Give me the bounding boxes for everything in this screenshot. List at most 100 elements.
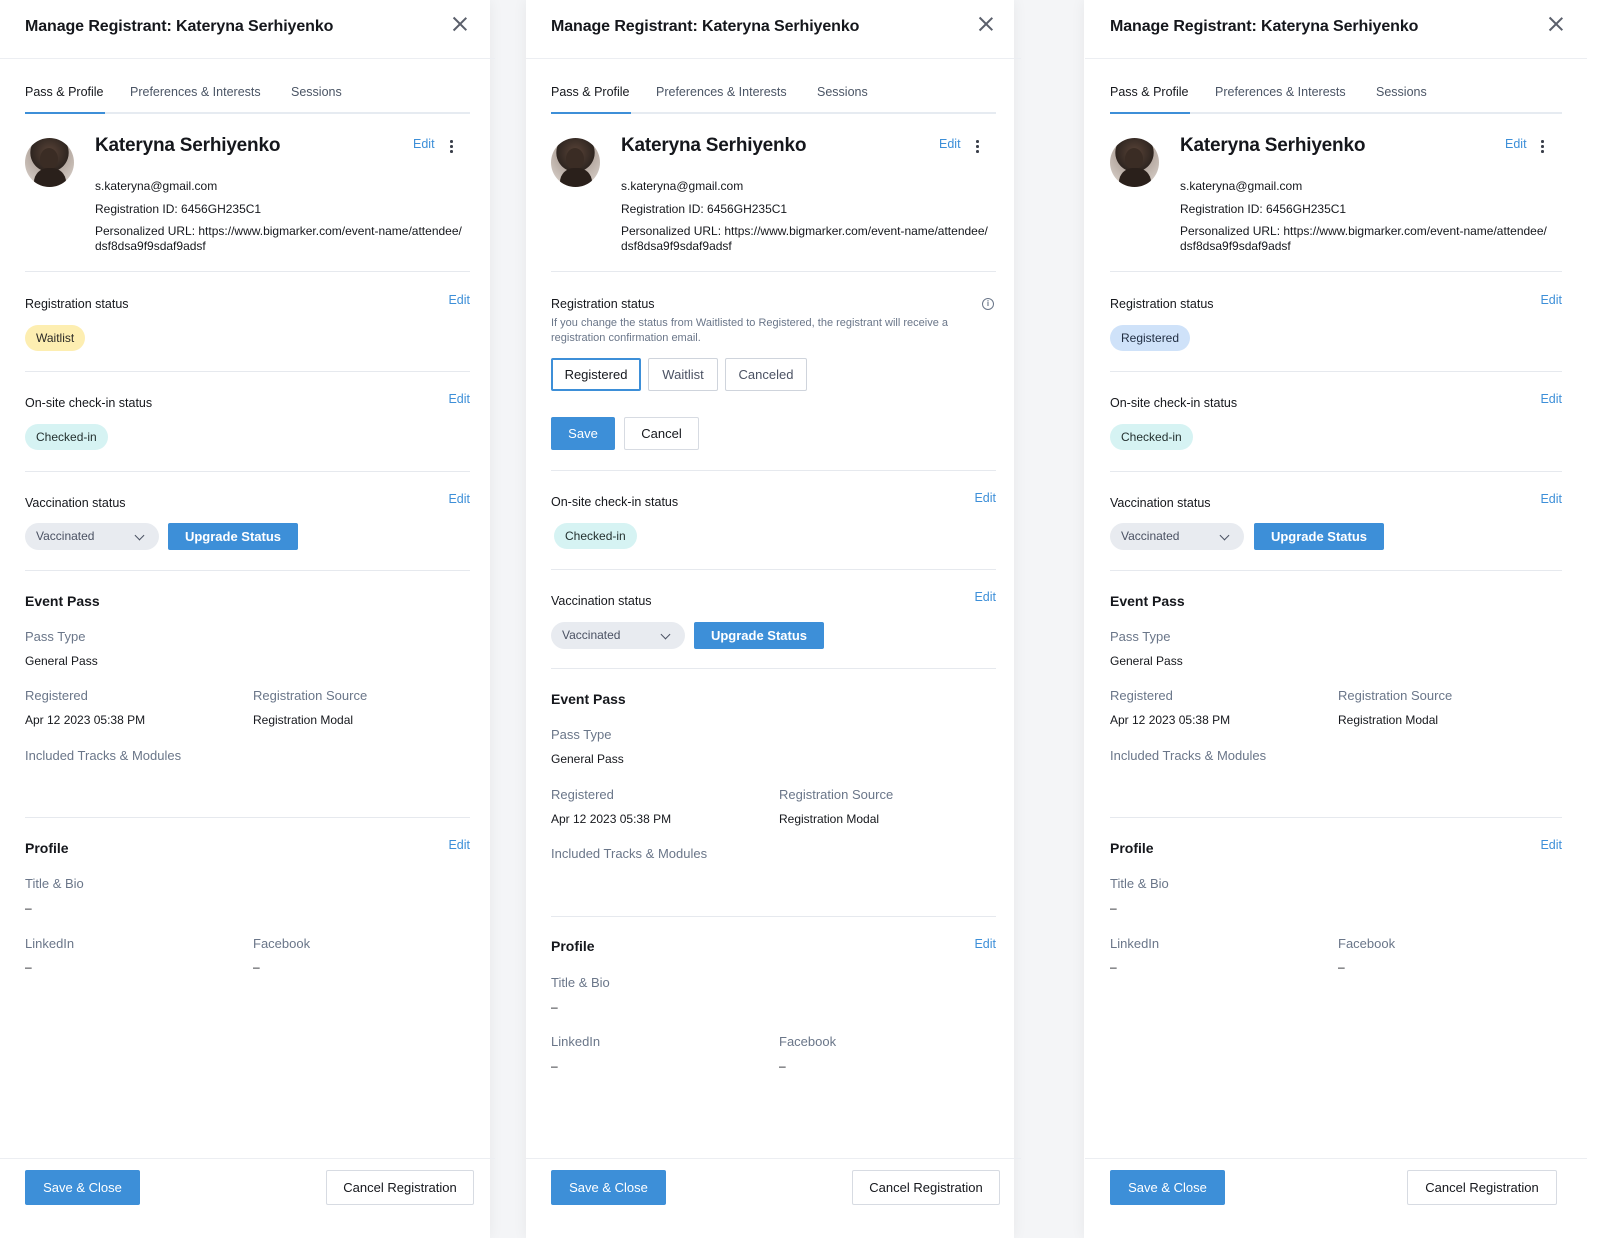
cancel-registration-button[interactable]: Cancel Registration <box>852 1170 1000 1205</box>
status-option-waitlist[interactable]: Waitlist <box>648 358 718 391</box>
tab-pass-profile[interactable]: Pass & Profile <box>1110 85 1189 99</box>
tab-preferences-interests[interactable]: Preferences & Interests <box>130 85 261 99</box>
pass-type-label: Pass Type <box>1110 629 1171 644</box>
included-tracks-label: Included Tracks & Modules <box>25 748 182 763</box>
checkin-status-label: On-site check-in status <box>1110 396 1238 410</box>
registrant-name: Kateryna Serhiyenko <box>95 135 281 156</box>
checkin-badge: Checked-in <box>554 523 637 549</box>
registrant-name: Kateryna Serhiyenko <box>621 135 807 156</box>
tab-preferences-interests[interactable]: Preferences & Interests <box>656 85 787 99</box>
cancel-status-button[interactable]: Cancel <box>624 417 699 450</box>
divider <box>551 916 996 917</box>
title-bio-label: Title & Bio <box>551 975 610 990</box>
facebook-label: Facebook <box>1338 936 1396 951</box>
chevron-down-icon <box>660 629 671 640</box>
save-status-button[interactable]: Save <box>551 417 615 450</box>
divider <box>551 470 996 471</box>
edit-profile-section-link[interactable]: Edit <box>974 937 996 951</box>
registered-value: Apr 12 2023 05:38 PM <box>1110 713 1231 727</box>
edit-checkin-status-link[interactable]: Edit <box>1540 392 1562 406</box>
vaccination-select[interactable]: Vaccinated <box>1110 523 1244 550</box>
profile-heading: Profile <box>25 840 69 856</box>
close-icon[interactable] <box>976 14 996 34</box>
avatar <box>551 138 600 187</box>
save-close-button[interactable]: Save & Close <box>1110 1170 1225 1205</box>
edit-profile-section-link[interactable]: Edit <box>448 838 470 852</box>
edit-profile-link[interactable]: Edit <box>413 137 435 151</box>
personalized-url-line-2: dsf8dsa9f9sdaf9adsf <box>1180 239 1291 253</box>
edit-profile-link[interactable]: Edit <box>1505 137 1527 151</box>
registrant-email: s.kateryna@gmail.com <box>95 179 218 193</box>
tab-preferences-interests[interactable]: Preferences & Interests <box>1215 85 1346 99</box>
linkedin-value: – <box>1110 960 1117 974</box>
more-options-icon[interactable] <box>1537 139 1547 153</box>
facebook-label: Facebook <box>253 936 311 951</box>
edit-vaccination-status-link[interactable]: Edit <box>1540 492 1562 506</box>
title-bio-value: – <box>25 901 32 915</box>
profile-heading: Profile <box>551 938 595 954</box>
tab-sessions[interactable]: Sessions <box>291 85 342 99</box>
edit-checkin-status-link[interactable]: Edit <box>974 491 996 505</box>
pass-type-value: General Pass <box>1110 654 1183 668</box>
more-options-icon[interactable] <box>446 139 456 153</box>
linkedin-label: LinkedIn <box>551 1034 601 1049</box>
registration-status-label: Registration status <box>25 297 129 311</box>
upgrade-status-button[interactable]: Upgrade Status <box>694 622 824 649</box>
cancel-registration-button[interactable]: Cancel Registration <box>1407 1170 1557 1205</box>
tab-sessions[interactable]: Sessions <box>1376 85 1427 99</box>
included-tracks-label: Included Tracks & Modules <box>551 846 708 861</box>
edit-vaccination-status-link[interactable]: Edit <box>974 590 996 604</box>
linkedin-label: LinkedIn <box>25 936 75 951</box>
registered-label: Registered <box>25 688 88 703</box>
edit-registration-status-link[interactable]: Edit <box>1540 293 1562 307</box>
vaccination-status-label: Vaccination status <box>25 496 126 510</box>
edit-vaccination-status-link[interactable]: Edit <box>448 492 470 506</box>
registrant-email: s.kateryna@gmail.com <box>1180 179 1303 193</box>
tab-pass-profile[interactable]: Pass & Profile <box>551 85 630 99</box>
vaccination-select[interactable]: Vaccinated <box>25 523 159 550</box>
checkin-badge: Checked-in <box>1110 424 1193 450</box>
facebook-value: – <box>779 1059 786 1073</box>
registration-status-label: Registration status <box>1110 297 1214 311</box>
upgrade-status-button[interactable]: Upgrade Status <box>168 523 298 550</box>
edit-checkin-status-link[interactable]: Edit <box>448 392 470 406</box>
divider <box>25 471 470 472</box>
status-option-canceled[interactable]: Canceled <box>725 358 807 391</box>
facebook-label: Facebook <box>779 1034 837 1049</box>
close-icon[interactable] <box>450 14 470 34</box>
more-options-icon[interactable] <box>972 139 982 153</box>
upgrade-status-button[interactable]: Upgrade Status <box>1254 523 1384 550</box>
registrant-email: s.kateryna@gmail.com <box>621 179 744 193</box>
registration-status-help: If you change the status from Waitlisted… <box>551 317 948 344</box>
pass-type-value: General Pass <box>25 654 98 668</box>
registration-source-label: Registration Source <box>253 688 368 703</box>
facebook-value: – <box>253 960 260 974</box>
footer-divider <box>1085 1158 1587 1159</box>
footer-divider <box>0 1158 495 1159</box>
save-close-button[interactable]: Save & Close <box>551 1170 666 1205</box>
tab-bar: Pass & Profile Preferences & Interests S… <box>1110 82 1562 114</box>
pass-type-label: Pass Type <box>551 727 612 742</box>
registration-id: Registration ID: 6456GH235C1 <box>621 202 788 216</box>
divider <box>1110 271 1562 272</box>
divider <box>551 569 996 570</box>
tab-pass-profile[interactable]: Pass & Profile <box>25 85 104 99</box>
profile-heading: Profile <box>1110 840 1154 856</box>
registration-id: Registration ID: 6456GH235C1 <box>1180 202 1347 216</box>
vaccination-select-value: Vaccinated <box>36 529 95 543</box>
personalized-url-line-1: Personalized URL: https://www.bigmarker.… <box>95 224 462 238</box>
cancel-registration-button[interactable]: Cancel Registration <box>326 1170 474 1205</box>
active-tab-indicator <box>1110 112 1190 114</box>
linkedin-label: LinkedIn <box>1110 936 1160 951</box>
status-option-registered[interactable]: Registered <box>551 358 641 391</box>
edit-profile-section-link[interactable]: Edit <box>1540 838 1562 852</box>
checkin-badge: Checked-in <box>25 424 108 450</box>
tab-sessions[interactable]: Sessions <box>817 85 868 99</box>
save-close-button[interactable]: Save & Close <box>25 1170 140 1205</box>
vaccination-select[interactable]: Vaccinated <box>551 622 685 649</box>
edit-profile-link[interactable]: Edit <box>939 137 961 151</box>
edit-registration-status-link[interactable]: Edit <box>448 293 470 307</box>
info-icon[interactable]: i <box>982 298 994 310</box>
divider <box>25 570 470 571</box>
close-icon[interactable] <box>1546 14 1566 34</box>
